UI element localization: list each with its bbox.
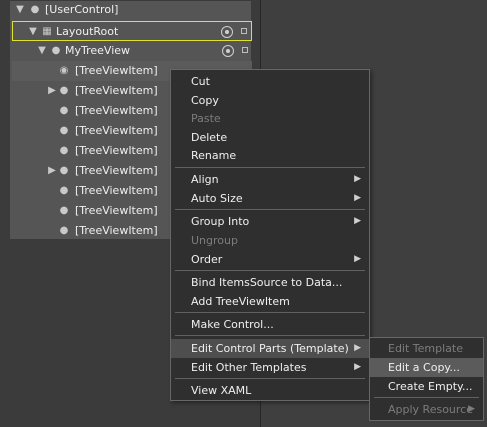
chevron-right-icon: ▶ (468, 404, 475, 414)
expand-triangle-icon[interactable]: ▶ (46, 161, 58, 181)
tree-row-layout-root[interactable]: ▼ ▦ LayoutRoot (12, 21, 252, 41)
tree-label: LayoutRoot (56, 25, 119, 38)
menu-separator (175, 209, 365, 210)
menu-item-copy[interactable]: Copy (171, 91, 369, 110)
menu-item-group-into[interactable]: Group Into ▶ (171, 212, 369, 231)
tree-label: [TreeViewItem] (75, 204, 158, 217)
submenu-item-edit-template: Edit Template (388, 342, 463, 355)
chevron-right-icon: ▶ (354, 174, 361, 184)
menu-separator (374, 397, 479, 398)
menu-separator (175, 335, 365, 336)
menu-item-auto-size[interactable]: Auto Size ▶ (171, 189, 369, 208)
menu-item-order[interactable]: Order ▶ (171, 250, 369, 269)
menu-item-make-control[interactable]: Make Control... (171, 315, 369, 334)
submenu-item-apply-resource: Apply Resource ▶ (370, 400, 483, 419)
element-icon: ● (59, 205, 69, 216)
tree-row-user-control[interactable]: ▼ ● [UserControl] (0, 0, 252, 20)
eye-icon[interactable] (221, 26, 233, 38)
submenu-item-create-empty[interactable]: Create Empty... (370, 377, 483, 396)
element-icon: ● (51, 45, 61, 56)
submenu-edit-control-parts: Edit Template Edit a Copy... Create Empt… (369, 337, 484, 421)
menu-item-add-tree-view-item[interactable]: Add TreeViewItem (171, 292, 369, 311)
tree-label: [TreeViewItem] (75, 164, 158, 177)
menu-item-edit-control-parts[interactable]: Edit Control Parts (Template) ▶ (171, 339, 369, 358)
chevron-right-icon: ▶ (354, 216, 361, 226)
tree-label: [TreeViewItem] (75, 124, 158, 137)
tree-label: [TreeViewItem] (75, 64, 158, 77)
tree-label: [TreeViewItem] (75, 84, 158, 97)
collapse-triangle-icon[interactable]: ▼ (27, 22, 39, 42)
context-menu: Cut Copy Paste Delete Rename Align ▶ Auto… (170, 69, 370, 401)
tree-label: [TreeViewItem] (75, 224, 158, 237)
tree-label: [TreeViewItem] (75, 104, 158, 117)
tree-label: [TreeViewItem] (75, 144, 158, 157)
menu-item-rename[interactable]: Rename (171, 146, 369, 165)
lock-icon[interactable] (242, 47, 248, 53)
element-icon: ● (30, 4, 40, 15)
element-icon: ● (59, 165, 69, 176)
collapse-triangle-icon[interactable]: ▼ (14, 0, 26, 20)
menu-separator (175, 167, 365, 168)
element-icon: ● (59, 185, 69, 196)
submenu-item-edit-a-copy[interactable]: Edit a Copy... (370, 358, 483, 377)
element-icon: ● (59, 225, 69, 236)
menu-item-view-xaml[interactable]: View XAML (171, 381, 369, 400)
menu-item-align[interactable]: Align ▶ (171, 170, 369, 189)
grid-icon: ▦ (42, 26, 52, 37)
element-icon: ◉ (59, 65, 69, 76)
menu-separator (175, 312, 365, 313)
menu-item-paste: Paste (191, 112, 221, 125)
chevron-right-icon: ▶ (354, 254, 361, 264)
lock-icon[interactable] (241, 28, 247, 34)
menu-item-bind-items-source[interactable]: Bind ItemsSource to Data... (171, 273, 369, 292)
menu-item-ungroup: Ungroup (191, 234, 238, 247)
menu-item-delete[interactable]: Delete (171, 128, 369, 147)
tree-label: [TreeViewItem] (75, 184, 158, 197)
element-icon: ● (59, 145, 69, 156)
chevron-right-icon: ▶ (354, 343, 361, 353)
element-icon: ● (59, 85, 69, 96)
eye-icon[interactable] (222, 45, 234, 57)
element-icon: ● (59, 105, 69, 116)
menu-separator (175, 378, 365, 379)
menu-separator (175, 270, 365, 271)
chevron-right-icon: ▶ (354, 362, 361, 372)
menu-item-cut[interactable]: Cut (171, 72, 369, 91)
tree-row-my-tree-view[interactable]: ▼ ● MyTreeView (12, 41, 252, 61)
chevron-right-icon: ▶ (354, 193, 361, 203)
tree-label: [UserControl] (45, 3, 119, 16)
expand-triangle-icon[interactable]: ▶ (46, 81, 58, 101)
tree-label: MyTreeView (65, 44, 131, 57)
menu-item-edit-other-templates[interactable]: Edit Other Templates ▶ (171, 358, 369, 377)
element-icon: ● (59, 125, 69, 136)
collapse-triangle-icon[interactable]: ▼ (36, 41, 48, 61)
